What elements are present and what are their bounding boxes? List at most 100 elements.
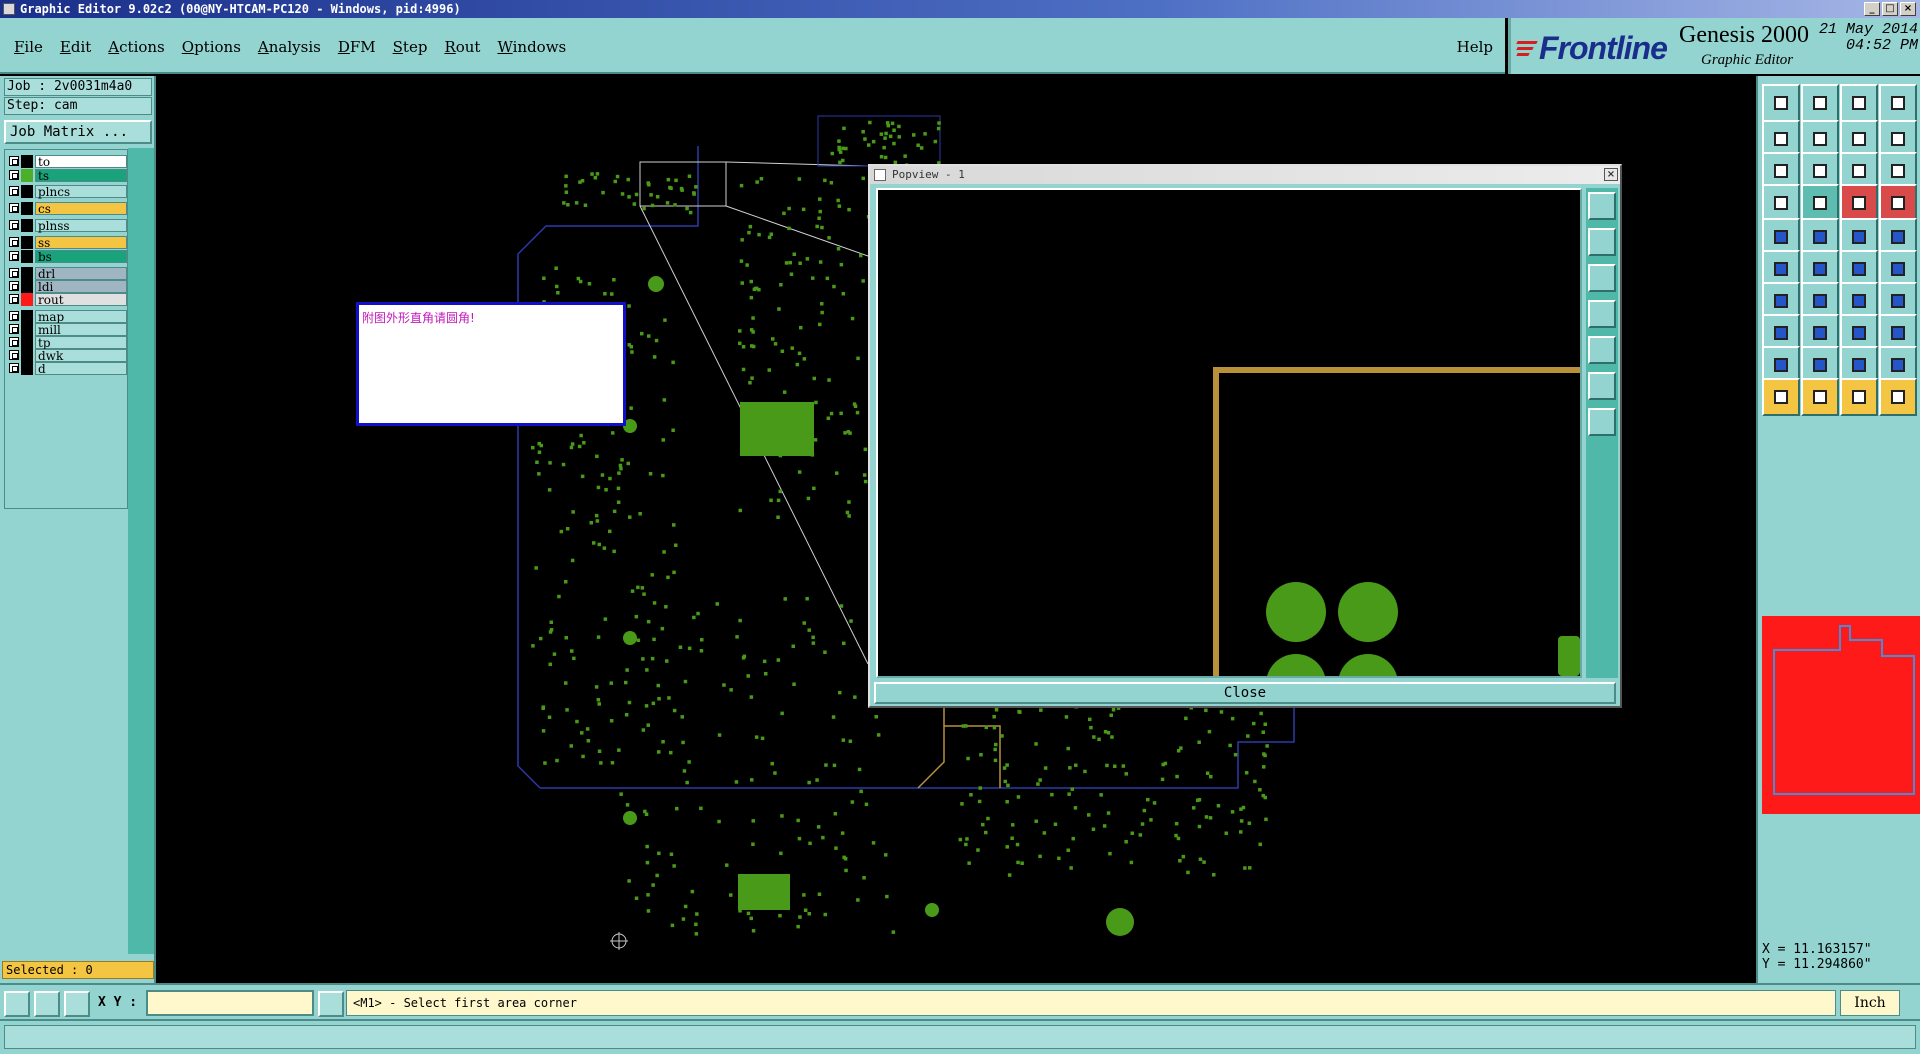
menu-actions[interactable]: Actions [108, 38, 164, 56]
pointer-select-icon[interactable] [1801, 378, 1839, 416]
layer-swatch[interactable] [21, 361, 33, 375]
layer-checkbox[interactable] [9, 203, 19, 213]
layer-name[interactable]: d [35, 361, 127, 375]
home-icon[interactable] [1840, 84, 1878, 122]
layer-name[interactable]: cs [35, 201, 127, 215]
job-matrix-button[interactable]: Job Matrix ... [4, 120, 152, 144]
layer-checkbox[interactable] [9, 251, 19, 261]
layer-swatch[interactable] [21, 309, 33, 323]
layer-row-ldi[interactable]: ldi [9, 279, 127, 293]
layer-swatch[interactable] [21, 184, 33, 198]
popview-viewport[interactable] [876, 188, 1582, 678]
layer-swatch[interactable] [21, 235, 33, 249]
popview-close-button[interactable]: Close [874, 682, 1616, 704]
layer-swatch[interactable] [21, 279, 33, 293]
layer-row-bs[interactable]: bs [9, 249, 127, 263]
popview-left-icon[interactable] [1588, 300, 1616, 328]
layer-checkbox[interactable] [9, 363, 19, 373]
popview-right-icon[interactable] [1588, 336, 1616, 364]
menu-step[interactable]: Step [393, 38, 428, 56]
popview-zoom-icon[interactable] [1588, 192, 1616, 220]
layer-name[interactable]: drl [35, 266, 127, 280]
layer-swatch[interactable] [21, 201, 33, 215]
pointer-tree-icon[interactable] [1879, 378, 1917, 416]
layer-row-drl[interactable]: drl [9, 266, 127, 280]
layer-row-dwk[interactable]: dwk [9, 348, 127, 362]
layer-name[interactable]: ts [35, 168, 127, 182]
popview-up-icon[interactable] [1588, 228, 1616, 256]
layer-row-map[interactable]: map [9, 309, 127, 323]
layer-row-cs[interactable]: cs [9, 201, 127, 215]
layer-swatch[interactable] [21, 292, 33, 306]
layer-row-to[interactable]: to [9, 154, 127, 168]
units-selector[interactable]: Inch [1840, 990, 1900, 1016]
zoom-in-icon[interactable] [4, 991, 30, 1017]
layer-checkbox[interactable] [9, 324, 19, 334]
layer-name[interactable]: ss [35, 235, 127, 249]
menu-analysis[interactable]: Analysis [258, 38, 321, 56]
layer-row-rout[interactable]: rout [9, 292, 127, 306]
measure-icon[interactable] [1762, 184, 1800, 222]
grid-toggle-icon[interactable] [1801, 184, 1839, 222]
xy-input[interactable] [146, 990, 314, 1016]
menu-options[interactable]: Options [182, 38, 241, 56]
layer-checkbox[interactable] [9, 350, 19, 360]
menu-help[interactable]: Help [1457, 38, 1493, 56]
close-window-button[interactable]: × [1900, 2, 1916, 16]
menu-file[interactable]: File [14, 38, 43, 56]
pointer-alt-icon[interactable] [1840, 378, 1878, 416]
layer-row-plnss[interactable]: plnss [9, 218, 127, 232]
layer-checkbox[interactable] [9, 237, 19, 247]
menu-windows[interactable]: Windows [497, 38, 566, 56]
layer-swatch[interactable] [21, 249, 33, 263]
layer-row-d[interactable]: d [9, 361, 127, 375]
layer-name[interactable]: plnss [35, 218, 127, 232]
layer-swatch[interactable] [21, 348, 33, 362]
layer-swatch[interactable] [21, 218, 33, 232]
layer-checkbox[interactable] [9, 186, 19, 196]
layer-down-icon[interactable] [1801, 84, 1839, 122]
layer-checkbox[interactable] [9, 281, 19, 291]
menu-edit[interactable]: Edit [60, 38, 91, 56]
menu-rout[interactable]: Rout [444, 38, 480, 56]
layer-name[interactable]: tp [35, 335, 127, 349]
layer-checkbox[interactable] [9, 268, 19, 278]
layer-row-tp[interactable]: tp [9, 335, 127, 349]
layer-name[interactable]: to [35, 154, 127, 168]
layer-up-icon[interactable] [1762, 84, 1800, 122]
layer-row-ss[interactable]: ss [9, 235, 127, 249]
pointer-icon[interactable] [1762, 378, 1800, 416]
menu-dfm[interactable]: DFM [338, 38, 376, 56]
layer-checkbox[interactable] [9, 337, 19, 347]
popview-close-icon[interactable]: × [1604, 168, 1618, 181]
layer-checkbox[interactable] [9, 311, 19, 321]
zoom-area-icon[interactable] [34, 991, 60, 1017]
layer-swatch[interactable] [21, 335, 33, 349]
layer-checkbox[interactable] [9, 170, 19, 180]
layer-name[interactable]: mill [35, 322, 127, 336]
snap-red-icon[interactable] [1840, 184, 1878, 222]
layer-name[interactable]: dwk [35, 348, 127, 362]
layer-swatch[interactable] [21, 168, 33, 182]
grid-icon[interactable] [64, 991, 90, 1017]
layer-swatch[interactable] [21, 154, 33, 168]
popview-fit-icon[interactable] [1588, 372, 1616, 400]
popview-pan-icon[interactable] [1588, 408, 1616, 436]
alert-icon[interactable] [318, 991, 344, 1017]
split-view-icon[interactable] [1879, 84, 1917, 122]
layer-checkbox[interactable] [9, 156, 19, 166]
left-scroll-strip[interactable] [128, 148, 154, 954]
snap-alt-icon[interactable] [1879, 184, 1917, 222]
layer-row-ts[interactable]: ts [9, 168, 127, 182]
layer-name[interactable]: plncs [35, 184, 127, 198]
minimize-button[interactable]: _ [1864, 2, 1880, 16]
layer-checkbox[interactable] [9, 294, 19, 304]
layer-name[interactable]: bs [35, 249, 127, 263]
layer-checkbox[interactable] [9, 220, 19, 230]
overview-map[interactable] [1762, 616, 1920, 814]
layer-row-plncs[interactable]: plncs [9, 184, 127, 198]
maximize-button[interactable]: □ [1882, 2, 1898, 16]
layer-row-mill[interactable]: mill [9, 322, 127, 336]
layer-name[interactable]: ldi [35, 279, 127, 293]
layer-swatch[interactable] [21, 266, 33, 280]
